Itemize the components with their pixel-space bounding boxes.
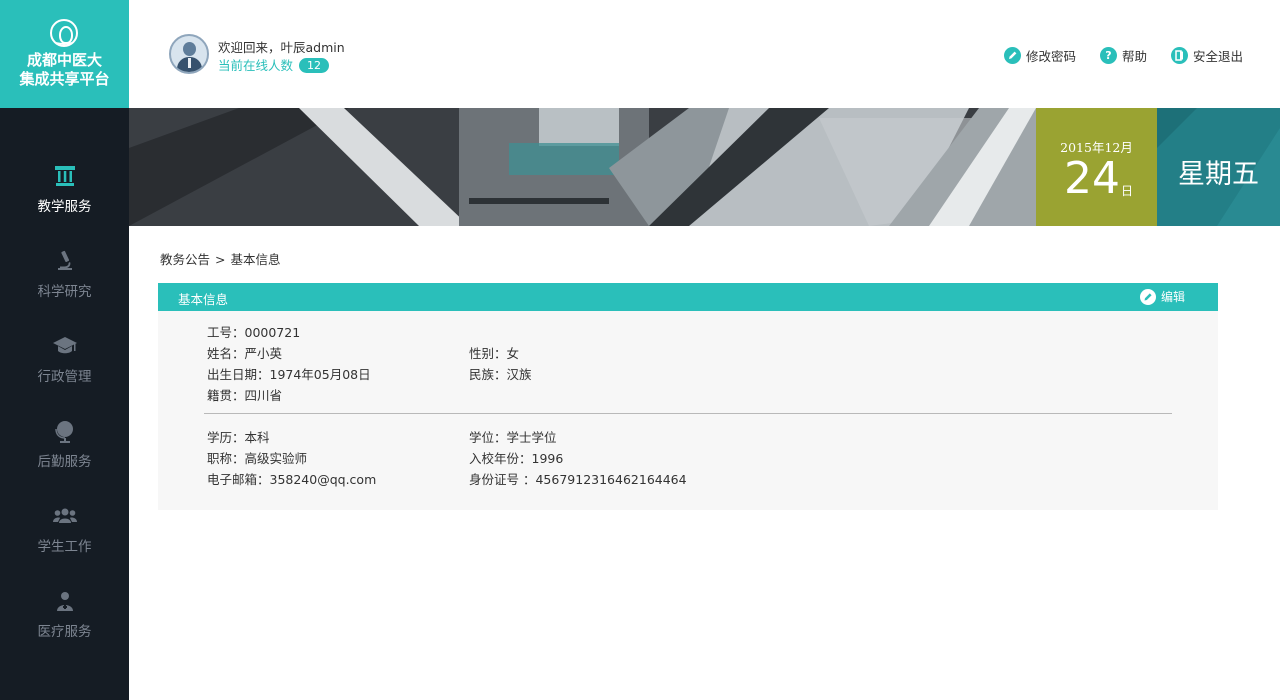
- online-users: 当前在线人数 12: [218, 55, 330, 74]
- logout-label: 安全退出: [1192, 49, 1243, 64]
- help-button[interactable]: ? 帮助: [1099, 46, 1147, 65]
- group-icon: [52, 503, 78, 529]
- logout-button[interactable]: 安全退出: [1170, 46, 1243, 65]
- sidebar-item-label: 行政管理: [37, 369, 92, 385]
- date-day-suffix: 日: [1121, 184, 1134, 198]
- field-job-no: 工号：0000721: [207, 325, 301, 340]
- field-origin: 籍贯：四川省: [207, 388, 283, 403]
- edit-label: 编辑: [1160, 290, 1185, 304]
- online-label: 当前在线人数: [218, 58, 294, 73]
- sidebar-item-logistics[interactable]: 后勤服务: [0, 418, 129, 498]
- logo[interactable]: 成都中医大 集成共享平台: [0, 0, 129, 108]
- top-header: 欢迎回来，叶辰admin 当前在线人数 12 修改密码 ? 帮助 安全退出: [129, 0, 1280, 108]
- field-education: 学历：本科: [207, 430, 270, 445]
- field-ethnicity: 民族：汉族: [469, 367, 532, 382]
- mortarboard-icon: [52, 333, 78, 359]
- change-password-label: 修改密码: [1025, 49, 1076, 64]
- breadcrumb: 教务公告 > 基本信息: [160, 249, 281, 268]
- field-birthdate: 出生日期：1974年05月08日: [207, 367, 371, 382]
- banner-image: [129, 108, 1036, 226]
- divider: [204, 413, 1172, 414]
- panel-title: 基本信息: [178, 292, 229, 307]
- microscope-icon: [52, 248, 78, 274]
- pencil-icon: [1139, 288, 1156, 305]
- sidebar-item-student-affairs[interactable]: 学生工作: [0, 503, 129, 583]
- field-enroll-year: 入校年份：1996: [469, 451, 564, 466]
- avatar[interactable]: [169, 34, 209, 74]
- field-degree: 学位：学士学位: [469, 430, 557, 445]
- field-title: 职称：高级实验师: [207, 451, 308, 466]
- sidebar-item-research[interactable]: 科学研究: [0, 248, 129, 328]
- help-label: 帮助: [1121, 49, 1147, 64]
- school-emblem-icon: [50, 19, 78, 47]
- field-id-no: 身份证号 ：4567912316462164464: [469, 472, 687, 487]
- logout-icon: [1170, 47, 1188, 64]
- field-email: 电子邮箱：358240@qq.com: [207, 472, 377, 487]
- edit-button[interactable]: 编辑: [1139, 288, 1185, 305]
- field-name: 姓名：严小英: [207, 346, 283, 361]
- breadcrumb-separator: >: [215, 252, 226, 267]
- weekday-panel: 星期五: [1157, 108, 1280, 226]
- pencil-icon: [1003, 47, 1021, 64]
- field-gender: 性别：女: [469, 346, 520, 361]
- weekday-text: 星期五: [1178, 159, 1259, 190]
- panel-body: 工号：0000721 姓名：严小英 性别：女 出生日期：1974年05月08日 …: [158, 311, 1218, 510]
- pillar-icon: [52, 163, 78, 189]
- sidebar-item-teaching[interactable]: 教学服务: [0, 163, 129, 243]
- sidebar-item-medical[interactable]: 医疗服务: [0, 588, 129, 668]
- logo-title-line2: 集成共享平台: [19, 70, 110, 88]
- change-password-button[interactable]: 修改密码: [1003, 46, 1076, 65]
- logo-title-line1: 成都中医大: [26, 51, 102, 69]
- sidebar: 教学服务 科学研究 行政管理 后勤服务 学生工作 医疗服务: [0, 108, 129, 700]
- online-count-badge: 12: [299, 58, 330, 73]
- sidebar-item-label: 教学服务: [37, 199, 92, 215]
- breadcrumb-current: 基本信息: [230, 252, 281, 267]
- welcome-text: 欢迎回来，叶辰admin: [218, 40, 345, 55]
- sidebar-item-label: 科学研究: [37, 284, 92, 300]
- sidebar-item-label: 学生工作: [37, 539, 92, 555]
- date-day: 24: [1064, 153, 1120, 204]
- date-panel: 2015年12月 24 日: [1036, 108, 1157, 226]
- help-icon: ?: [1099, 47, 1117, 64]
- breadcrumb-parent[interactable]: 教务公告: [160, 252, 210, 267]
- globe-icon: [52, 418, 78, 444]
- panel-header: 基本信息 编辑: [158, 283, 1218, 311]
- sidebar-item-label: 后勤服务: [37, 454, 92, 470]
- doctor-icon: [52, 588, 78, 614]
- sidebar-item-label: 医疗服务: [37, 624, 92, 640]
- sidebar-item-administration[interactable]: 行政管理: [0, 333, 129, 413]
- header-actions: 修改密码 ? 帮助 安全退出: [980, 46, 1243, 65]
